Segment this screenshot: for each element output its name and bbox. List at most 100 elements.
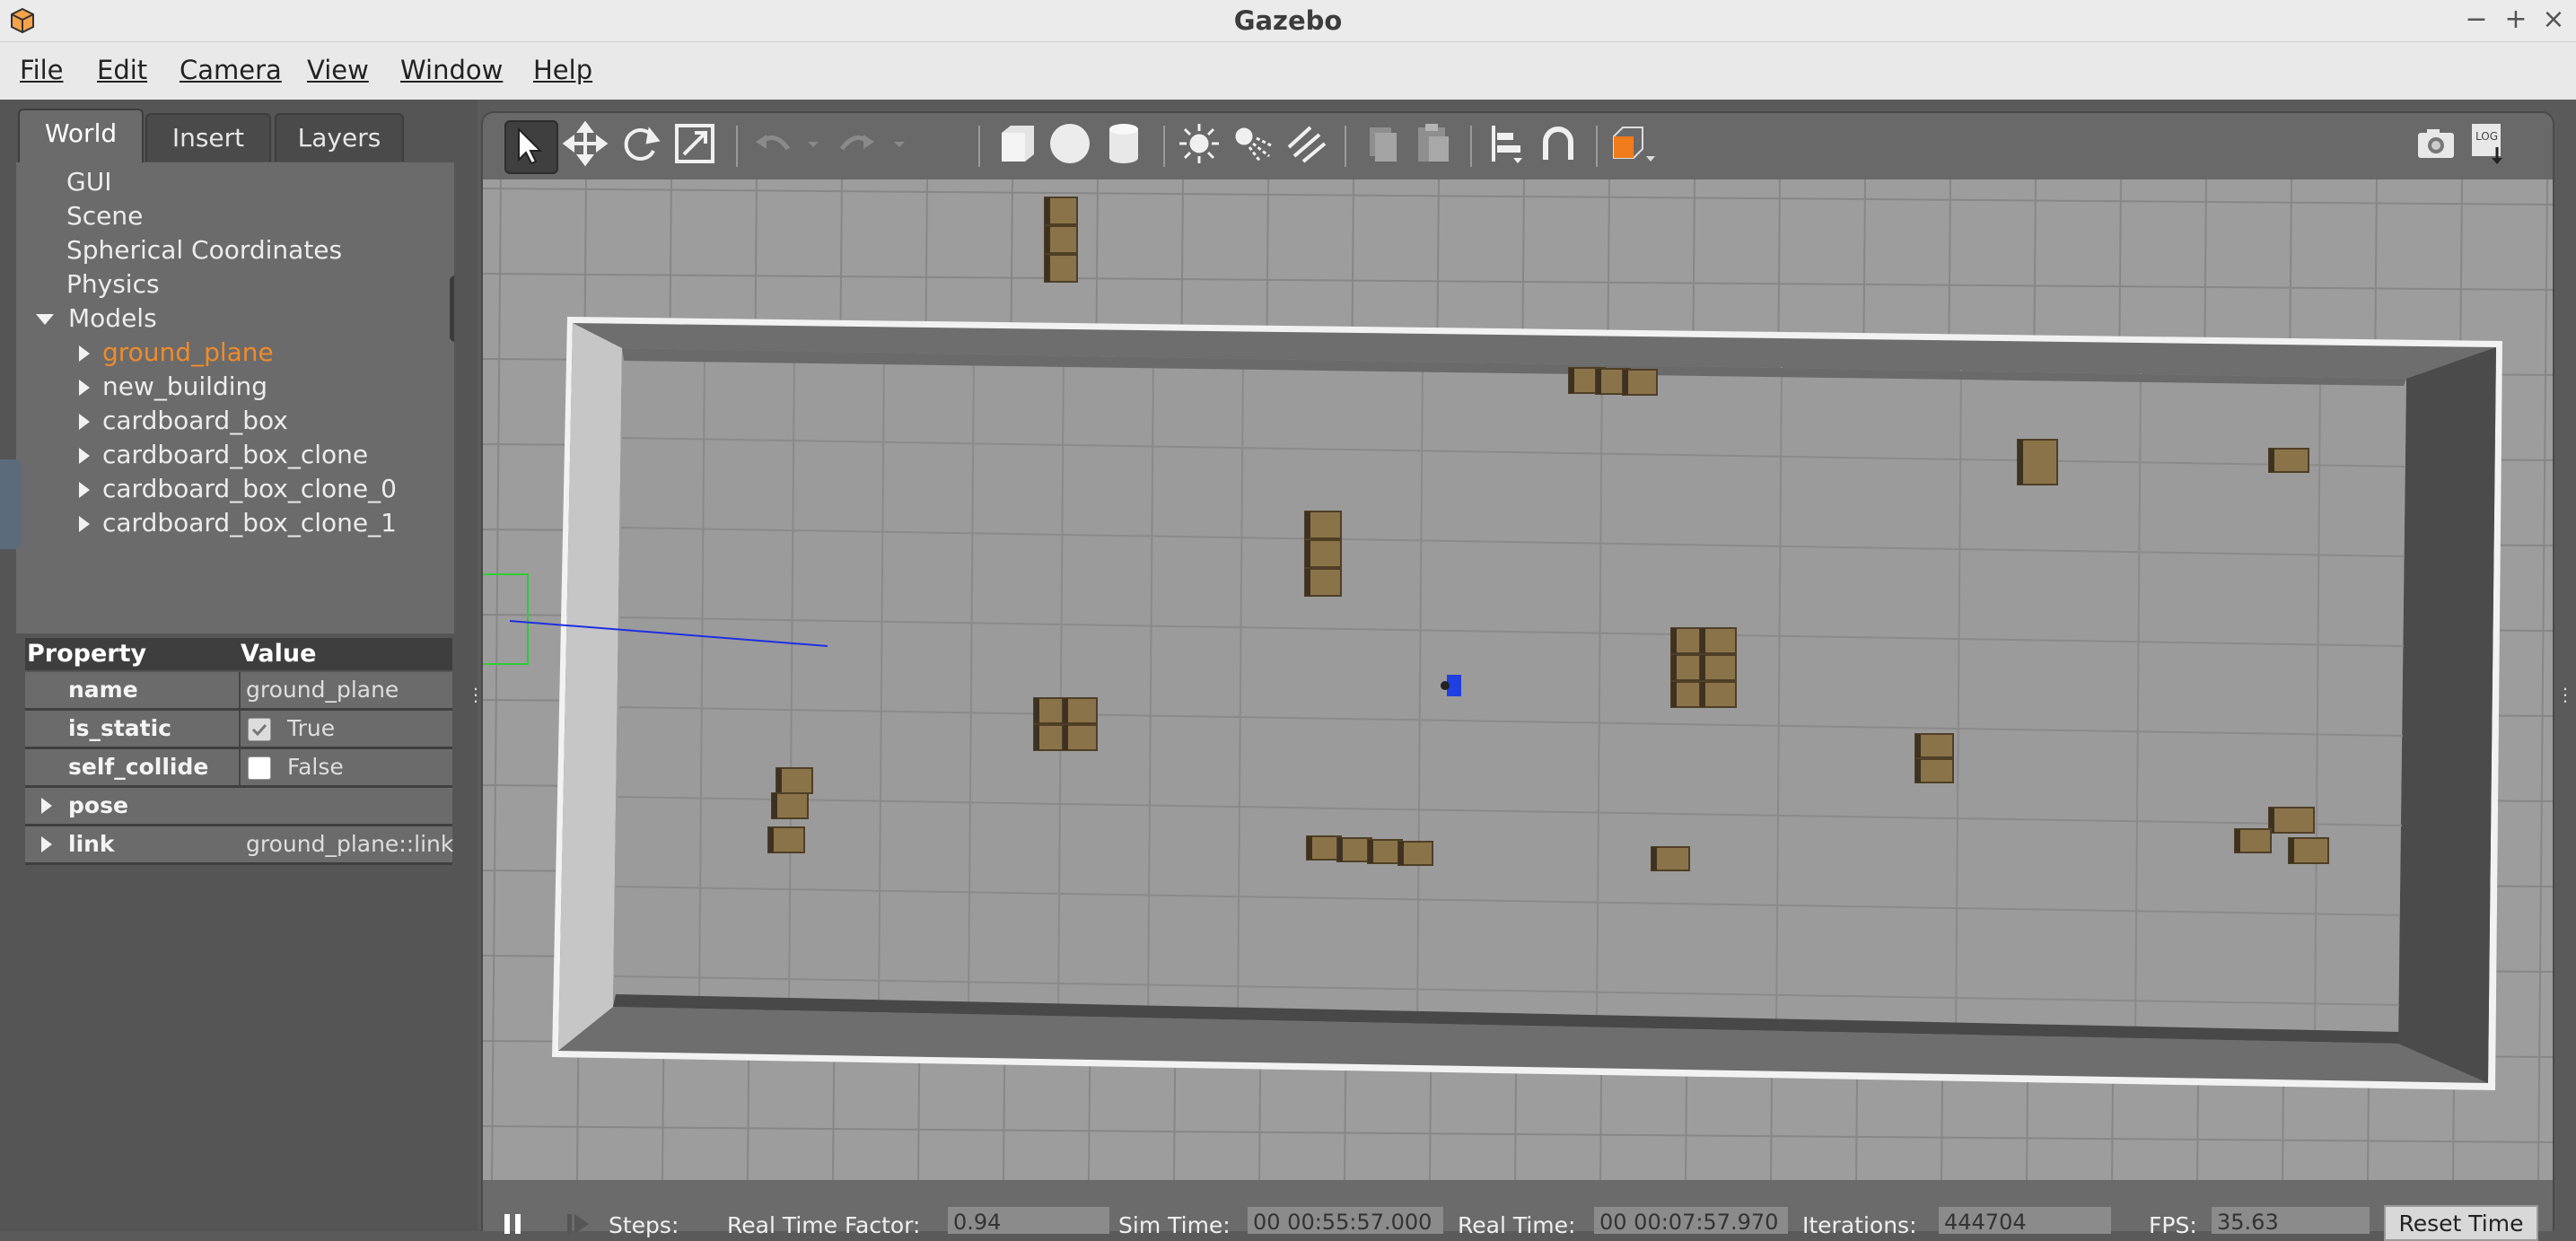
directional-light-icon[interactable] (1284, 120, 1334, 170)
menu-file[interactable]: File (20, 42, 64, 98)
snap-icon[interactable] (1535, 120, 1585, 170)
property-row-link[interactable]: link ground_plane::link (25, 826, 453, 865)
close-button[interactable]: × (2537, 0, 2571, 41)
property-column-header: Property (27, 640, 147, 668)
toolbar-separator (736, 126, 738, 167)
spot-light-icon[interactable] (1230, 120, 1280, 170)
cardboard-box[interactable] (775, 767, 813, 794)
scene-viewport[interactable] (483, 179, 2553, 1180)
expand-arrow-icon[interactable] (79, 516, 90, 532)
cardboard-box[interactable] (2234, 828, 2272, 853)
value-column-header: Value (241, 640, 317, 668)
menu-edit[interactable]: Edit (97, 42, 147, 98)
tree-model-cardboard-box-clone[interactable]: cardboard_box_clone (79, 438, 368, 472)
cardboard-box[interactable] (1304, 568, 1342, 597)
cardboard-box[interactable] (1062, 724, 1098, 751)
tree-model-cardboard-box-clone-1[interactable]: cardboard_box_clone_1 (79, 506, 397, 540)
log-icon[interactable]: LOG (2465, 120, 2515, 170)
cardboard-box[interactable] (1062, 697, 1098, 724)
sim-time-value: 00 00:55:57.000 (1248, 1207, 1443, 1234)
cardboard-box[interactable] (2017, 439, 2058, 485)
point-light-icon[interactable] (1176, 120, 1226, 170)
tree-item-scene[interactable]: Scene (66, 199, 143, 233)
is-static-checkbox[interactable] (248, 718, 271, 741)
cardboard-box[interactable] (771, 792, 809, 819)
scale-icon[interactable] (671, 120, 722, 170)
tree-item-physics[interactable]: Physics (66, 267, 160, 302)
cardboard-box[interactable] (1699, 654, 1737, 681)
collapse-arrow-icon[interactable] (36, 314, 54, 325)
cardboard-box[interactable] (1336, 837, 1372, 862)
expand-arrow-icon[interactable] (79, 414, 90, 430)
cardboard-box[interactable] (2268, 448, 2309, 473)
redo-icon[interactable] (835, 120, 885, 170)
expand-arrow-icon[interactable] (41, 836, 52, 852)
undo-icon[interactable] (749, 120, 799, 170)
tab-insert[interactable]: Insert (145, 113, 271, 162)
menu-window[interactable]: Window (400, 42, 503, 98)
right-splitter-handle[interactable]: ⋮ (2556, 684, 2574, 705)
cardboard-box[interactable] (767, 826, 805, 853)
menu-view[interactable]: View (307, 42, 369, 98)
tree-model-ground-plane[interactable]: ground_plane (79, 336, 274, 370)
screenshot-icon[interactable] (2413, 120, 2463, 170)
wall-right-face (2398, 347, 2496, 1083)
redo-history-icon[interactable] (889, 120, 910, 170)
cardboard-box[interactable] (1398, 841, 1433, 866)
cardboard-box[interactable] (1304, 539, 1342, 568)
paste-icon[interactable] (1409, 120, 1459, 170)
tab-layers[interactable]: Layers (275, 113, 404, 162)
tree-item-models[interactable]: Models (36, 302, 157, 336)
real-time-value: 00 00:07:57.970 (1594, 1207, 1788, 1234)
cardboard-box[interactable] (1651, 846, 1690, 871)
tab-world[interactable]: World (18, 109, 144, 162)
tree-model-new-building[interactable]: new_building (79, 370, 267, 404)
cardboard-box[interactable] (1044, 197, 1078, 225)
cardboard-box[interactable] (1914, 733, 1954, 758)
cardboard-box[interactable] (1044, 225, 1078, 254)
rotate-icon[interactable] (618, 120, 668, 170)
expand-arrow-icon[interactable] (79, 448, 90, 464)
expand-arrow-icon[interactable] (79, 345, 90, 362)
property-row-name[interactable]: name ground_plane (25, 672, 452, 711)
box-icon[interactable] (993, 120, 1043, 170)
tree-model-cardboard-box[interactable]: cardboard_box (79, 404, 288, 438)
cardboard-box[interactable] (1044, 254, 1078, 283)
copy-icon[interactable] (1357, 120, 1407, 170)
tree-item-gui[interactable]: GUI (66, 165, 111, 199)
cardboard-box[interactable] (1699, 627, 1737, 654)
self-collide-checkbox[interactable] (248, 756, 271, 780)
undo-history-icon[interactable] (802, 120, 824, 170)
cardboard-box[interactable] (1914, 758, 1954, 783)
property-row-pose[interactable]: pose (25, 788, 452, 826)
sphere-icon[interactable] (1047, 120, 1097, 170)
expand-arrow-icon[interactable] (79, 482, 90, 498)
expand-arrow-icon[interactable] (41, 798, 52, 814)
cardboard-box[interactable] (1306, 835, 1342, 861)
minimize-button[interactable]: − (2459, 0, 2493, 41)
align-icon[interactable] (1483, 120, 1533, 170)
cardboard-box[interactable] (1699, 681, 1737, 708)
cardboard-box[interactable] (1622, 369, 1658, 396)
real-time-label: Real Time: (1458, 1212, 1576, 1238)
select-mode-icon[interactable] (504, 120, 558, 174)
tree-item-spherical-coordinates[interactable]: Spherical Coordinates (66, 233, 342, 267)
panel-collapse-handle[interactable] (0, 459, 22, 549)
reset-time-button[interactable]: Reset Time (2384, 1205, 2538, 1241)
expand-arrow-icon[interactable] (79, 380, 90, 396)
tree-model-cardboard-box-clone-0[interactable]: cardboard_box_clone_0 (79, 472, 397, 506)
cardboard-box[interactable] (1367, 839, 1403, 864)
view-angle-icon[interactable] (1607, 120, 1657, 170)
fps-value: 35.63 (2212, 1207, 2370, 1234)
property-row-self-collide[interactable]: self_collide False (25, 749, 452, 788)
tree-scrollbar[interactable] (450, 275, 454, 342)
maximize-button[interactable]: + (2499, 0, 2533, 41)
cardboard-box[interactable] (2288, 837, 2329, 864)
cardboard-box[interactable] (2268, 807, 2315, 834)
cardboard-box[interactable] (1304, 511, 1342, 539)
property-row-is-static[interactable]: is_static True (25, 711, 452, 749)
menu-help[interactable]: Help (533, 42, 592, 98)
translate-icon[interactable] (562, 120, 612, 170)
menu-camera[interactable]: Camera (180, 42, 282, 98)
cylinder-icon[interactable] (1100, 120, 1151, 170)
